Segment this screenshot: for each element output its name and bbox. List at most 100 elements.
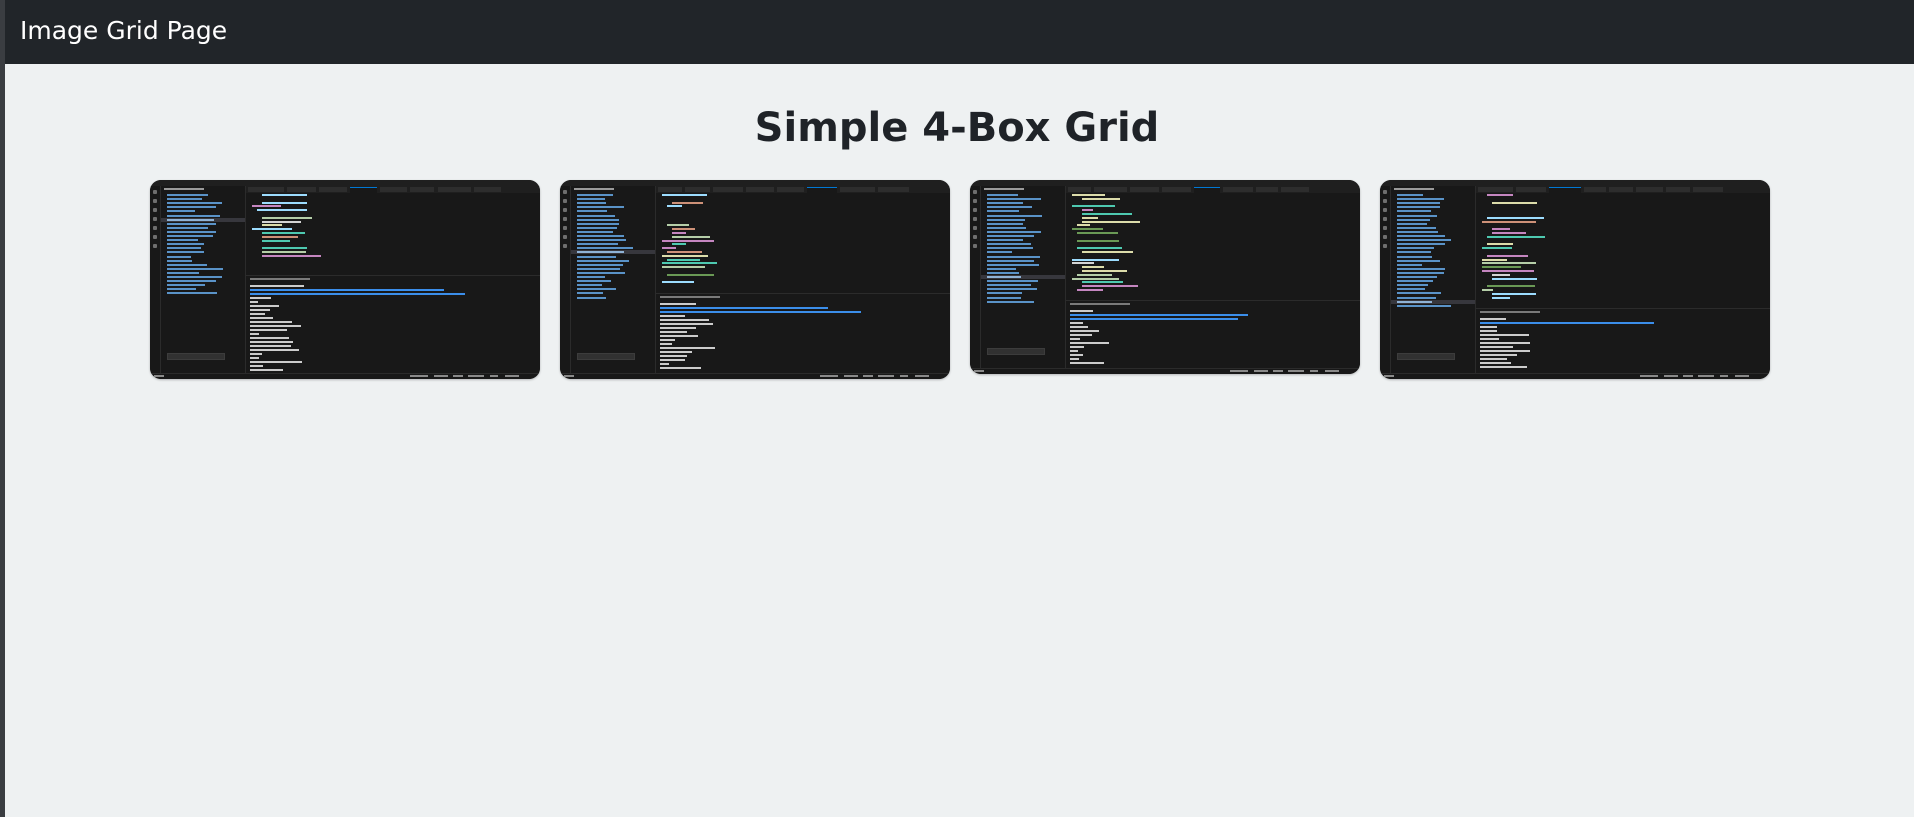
terminal-line (660, 363, 670, 365)
explorer-file (987, 284, 1031, 287)
status-item (844, 375, 858, 377)
code-line (1487, 254, 1529, 257)
terminal-line (250, 285, 304, 287)
code-line (667, 205, 682, 208)
terminal-line (660, 367, 702, 369)
editor-tab (437, 187, 472, 192)
explorer-file (1397, 214, 1437, 217)
terminal-line (1070, 326, 1089, 328)
explorer-file (987, 251, 1012, 254)
navbar-brand[interactable]: Image Grid Page (20, 14, 227, 48)
explorer-file (1397, 247, 1434, 250)
explorer-file (577, 214, 615, 217)
terminal-line (250, 317, 273, 319)
explorer-file (167, 255, 192, 258)
editor-tab (839, 187, 876, 192)
code-line (1077, 273, 1112, 276)
explorer-file (577, 210, 608, 213)
status-bar (970, 368, 1360, 374)
code-line (262, 235, 299, 238)
code-line (1077, 239, 1119, 242)
explorer-file (167, 267, 223, 270)
activity-icon (563, 235, 567, 239)
terminal-line (250, 349, 300, 351)
explorer-file (1397, 218, 1431, 221)
code-line (1072, 258, 1119, 261)
activity-icon (153, 235, 157, 239)
activity-icon (153, 217, 157, 221)
explorer-file (167, 218, 214, 221)
activity-icon (1383, 226, 1387, 230)
grid-image-3 (970, 180, 1360, 374)
activity-icon (563, 217, 567, 221)
terminal-line (250, 297, 272, 299)
terminal-line (1070, 330, 1100, 332)
activity-icon (563, 190, 567, 194)
status-item (1273, 370, 1283, 372)
terminal-line (250, 361, 303, 363)
explorer-file (1397, 300, 1432, 303)
code-line (672, 235, 711, 238)
status-item (410, 375, 428, 377)
code-line (1482, 289, 1493, 291)
explorer-file (1397, 288, 1426, 291)
activity-icon (973, 208, 977, 212)
code-line (1492, 273, 1511, 276)
activity-icon (1383, 235, 1387, 239)
code-line (1487, 194, 1514, 196)
status-item (468, 375, 484, 377)
editor-tab (286, 187, 316, 192)
terminal-line (1480, 354, 1517, 356)
activity-icon (153, 244, 157, 248)
explorer-file (987, 292, 1023, 295)
status-item (1735, 375, 1749, 377)
code-line (1077, 232, 1119, 234)
activity-icon (1383, 208, 1387, 212)
image-grid (150, 180, 1770, 380)
activity-bar (150, 186, 161, 374)
explorer-file (577, 292, 604, 295)
status-item (1325, 370, 1339, 372)
code-line (1082, 216, 1098, 219)
status-item (915, 375, 929, 377)
status-item (434, 375, 448, 377)
activity-icon (973, 190, 977, 194)
editor-tab (350, 187, 377, 193)
activity-icon (153, 208, 157, 212)
explorer-file (1397, 304, 1451, 307)
terminal-line (1070, 338, 1080, 340)
explorer-file (577, 226, 618, 229)
editor-tab (1222, 187, 1253, 192)
explorer-search (987, 348, 1045, 355)
explorer-file (1397, 202, 1441, 205)
explorer-file (167, 243, 205, 246)
code-line (1082, 220, 1140, 223)
editor-tab (658, 187, 682, 192)
explorer-file (1397, 243, 1445, 246)
editor-tab (1094, 187, 1127, 192)
grid-image-2 (560, 180, 950, 379)
terminal-line (1480, 342, 1531, 344)
editor-tab (713, 187, 743, 192)
code-line (1082, 197, 1120, 200)
explorer-file (167, 271, 200, 274)
code-line (1482, 266, 1521, 269)
terminal-line (660, 347, 715, 349)
activity-icon (1383, 217, 1387, 221)
code-line (262, 216, 312, 219)
status-item (1664, 375, 1678, 377)
activity-icon (973, 226, 977, 230)
panel-tabs (1070, 303, 1130, 305)
code-line (672, 201, 704, 204)
status-bar (1380, 373, 1770, 379)
code-editor (1066, 194, 1360, 291)
status-item (878, 375, 894, 377)
terminal-line (1480, 358, 1508, 360)
code-line (262, 247, 308, 250)
explorer-file (577, 222, 620, 225)
terminal-line (660, 315, 686, 317)
explorer-file (987, 271, 1019, 274)
editor-tab (806, 187, 837, 193)
explorer-file (167, 276, 222, 278)
editor-tab (410, 187, 435, 192)
